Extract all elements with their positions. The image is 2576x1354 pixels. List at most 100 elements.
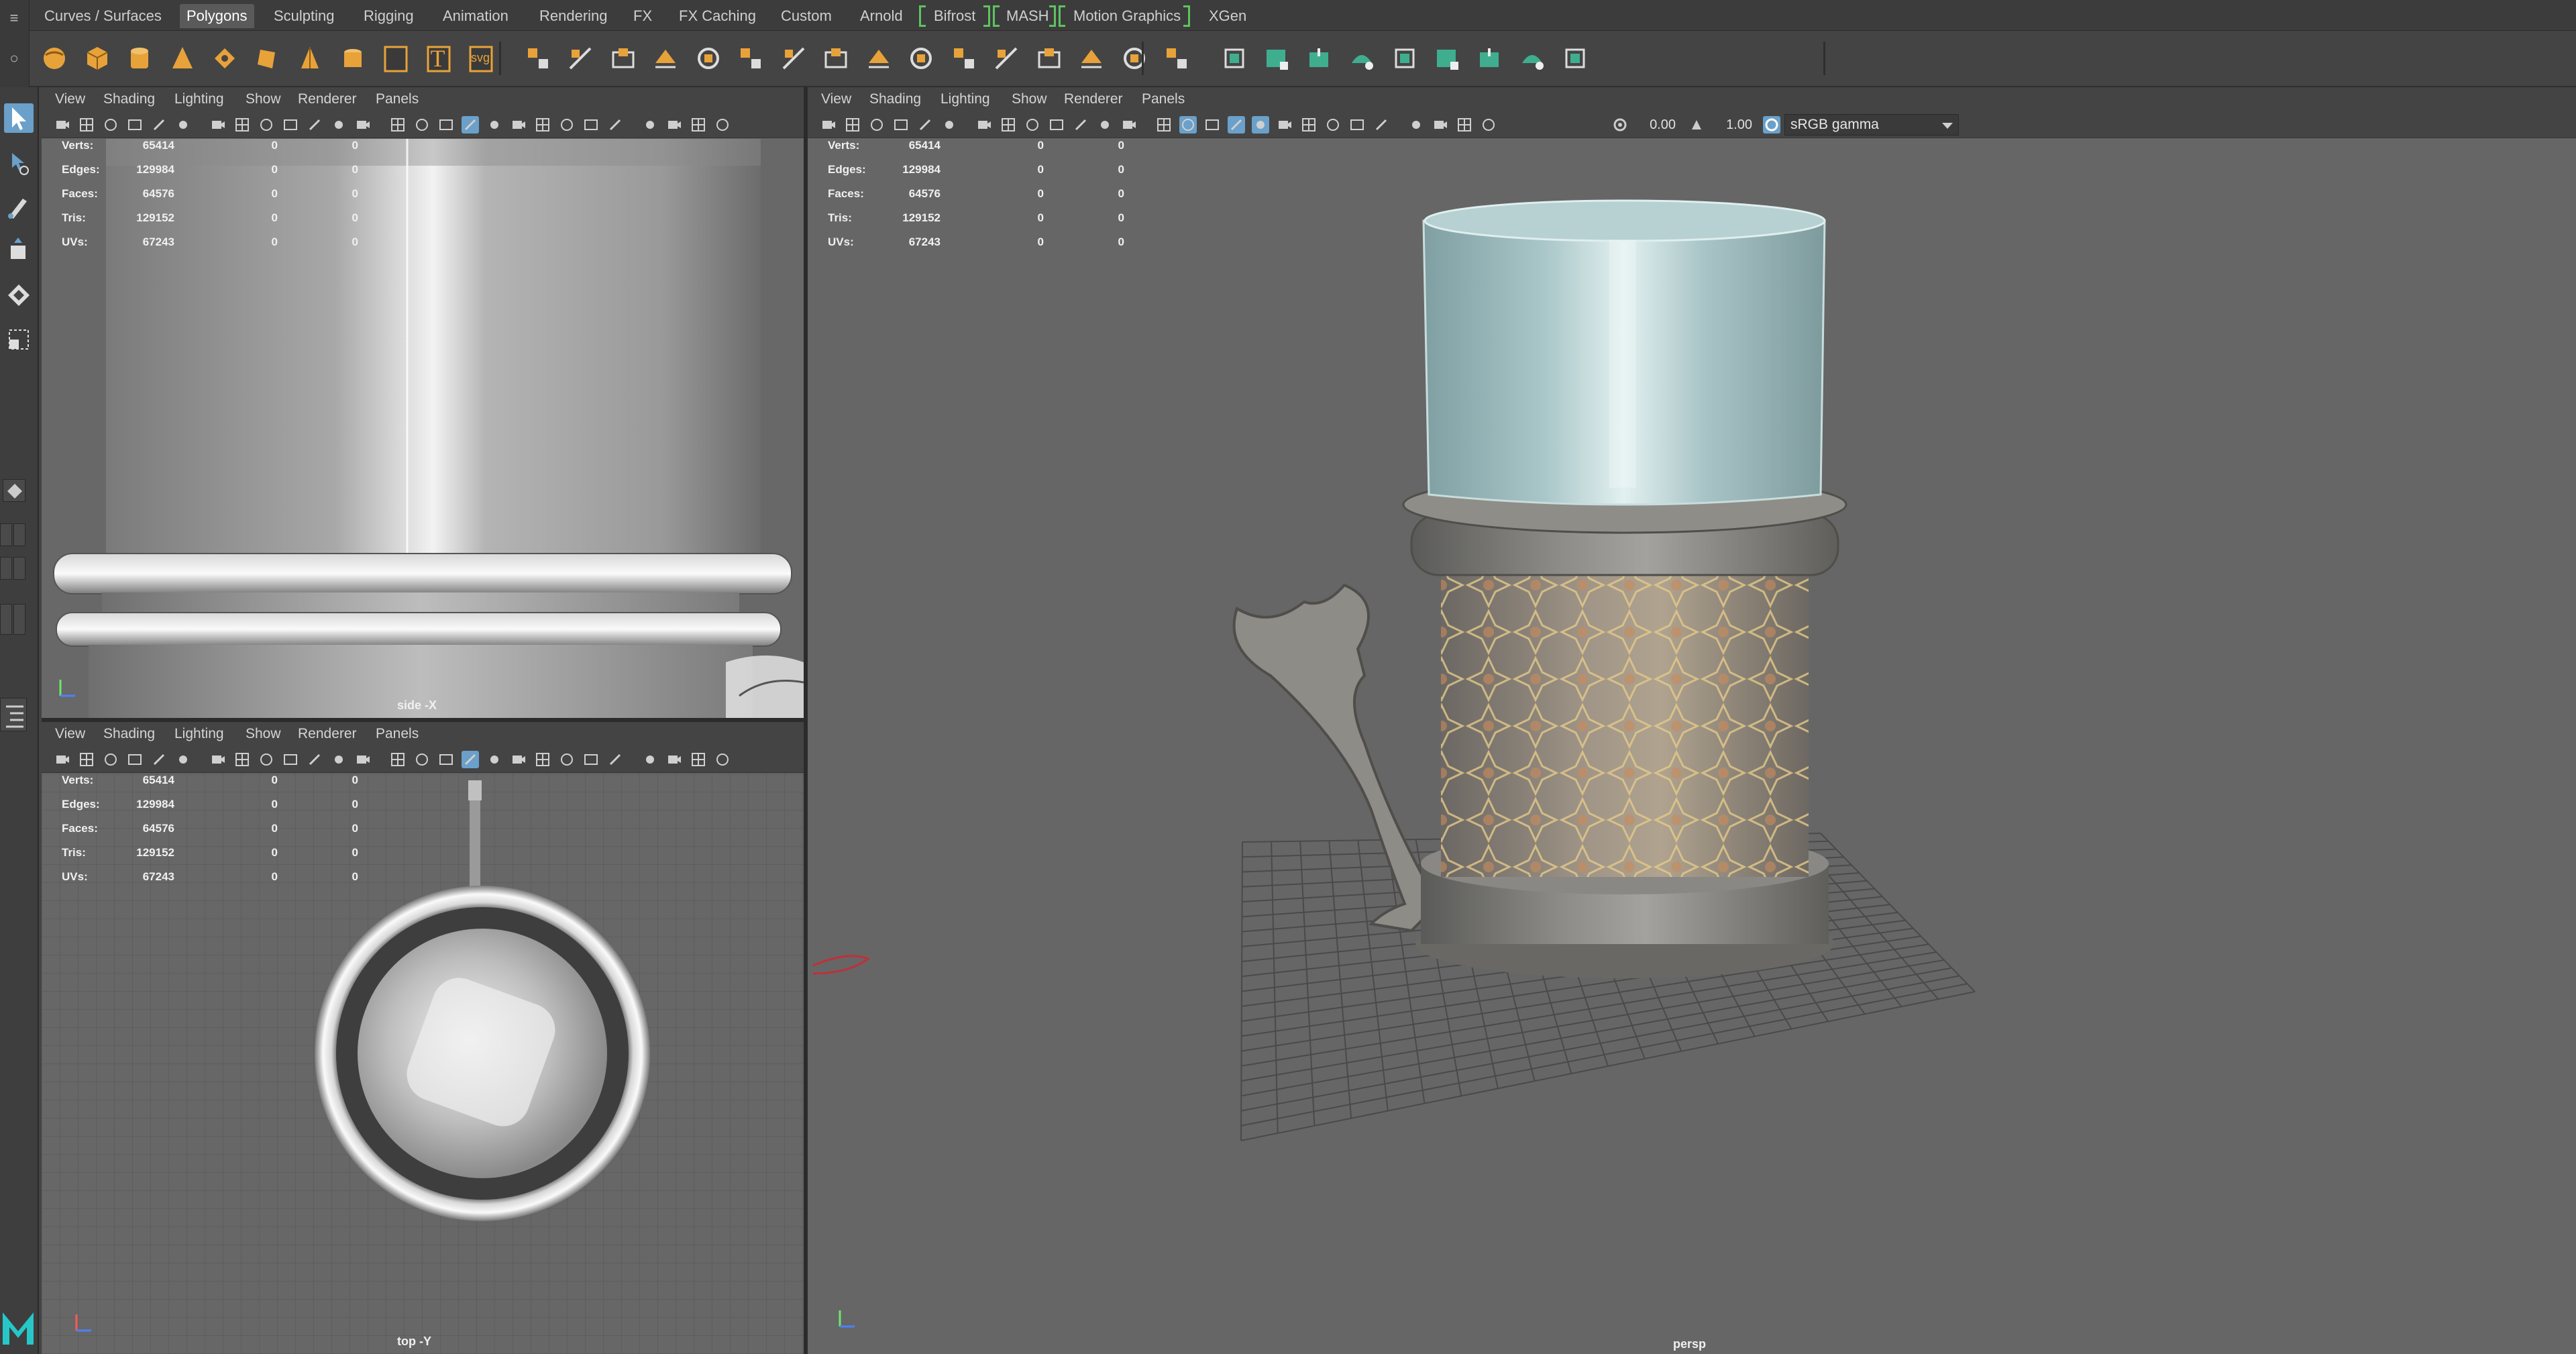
- fill-hole-icon[interactable]: [1076, 43, 1107, 74]
- grid-icon[interactable]: [209, 116, 227, 134]
- mirror-icon[interactable]: [608, 43, 639, 74]
- poly-cone-icon[interactable]: [167, 43, 198, 74]
- gamma-icon[interactable]: [1688, 116, 1705, 134]
- shelf-tab-bifrost[interactable]: Bifrost: [927, 4, 982, 28]
- separate-icon[interactable]: [565, 43, 596, 74]
- xray-components-icon[interactable]: [714, 751, 731, 768]
- outliner-icon[interactable]: [0, 698, 27, 731]
- poly-pipe-icon[interactable]: [380, 43, 411, 74]
- 2d-pan-icon[interactable]: [174, 116, 192, 134]
- camera-attr-icon[interactable]: [78, 751, 95, 768]
- shelf-tab-motion-graphics[interactable]: Motion Graphics: [1067, 4, 1187, 28]
- field-chart-icon[interactable]: [306, 751, 323, 768]
- bookmark-icon[interactable]: [102, 751, 119, 768]
- 2d-pan-icon[interactable]: [941, 116, 958, 134]
- poly-torus-icon[interactable]: [209, 43, 240, 74]
- rotate-tool-icon[interactable]: [4, 280, 34, 310]
- wireframe-on-shaded-icon[interactable]: [1203, 116, 1221, 134]
- shelf-tab-mash[interactable]: MASH: [1000, 4, 1056, 28]
- shelf-options-icon[interactable]: ○: [8, 51, 20, 66]
- bevel-icon[interactable]: [778, 43, 809, 74]
- camera-select-icon[interactable]: [820, 116, 837, 134]
- depth-of-field-icon[interactable]: [606, 751, 624, 768]
- viewport-persp[interactable]: Verts: 65414 0 0 Edges: 129984 0 0 Faces: 64576 0 0…: [808, 139, 2576, 1354]
- depth-of-field-icon[interactable]: [1373, 116, 1390, 134]
- textured-icon[interactable]: [462, 116, 479, 134]
- color-space-dropdown[interactable]: sRGB gamma: [1784, 114, 1959, 136]
- bookmark-icon[interactable]: [868, 116, 885, 134]
- outliner-layout-icon[interactable]: [0, 604, 12, 635]
- wireframe-icon[interactable]: [389, 116, 407, 134]
- automatic-uv-icon[interactable]: [1304, 43, 1335, 74]
- poly-text-icon[interactable]: T: [423, 43, 453, 74]
- four-view-layout-icon[interactable]: [0, 523, 12, 546]
- xray-icon[interactable]: [665, 751, 683, 768]
- panel-menu-show[interactable]: Show: [1012, 91, 1047, 107]
- panel-menu-lighting[interactable]: Lighting: [174, 91, 224, 107]
- isolate-select-icon[interactable]: [641, 116, 659, 134]
- collapse-icon[interactable]: [1161, 43, 1192, 74]
- poly-cube-icon[interactable]: [82, 43, 113, 74]
- safe-action-icon[interactable]: [1096, 116, 1114, 134]
- single-view-layout-icon[interactable]: [3, 479, 25, 502]
- smooth-shade-icon[interactable]: [413, 751, 431, 768]
- wireframe-on-shaded-icon[interactable]: [437, 751, 455, 768]
- film-gate-icon[interactable]: [233, 751, 251, 768]
- shelf-tab-fx-caching[interactable]: FX Caching: [672, 4, 763, 28]
- panel-menu-view[interactable]: View: [55, 726, 85, 742]
- wireframe-on-shaded-icon[interactable]: [437, 116, 455, 134]
- panel-menu-renderer[interactable]: Renderer: [298, 726, 357, 742]
- grease-pencil-icon[interactable]: [916, 116, 934, 134]
- combine-icon[interactable]: [523, 43, 553, 74]
- append-icon[interactable]: [1034, 43, 1065, 74]
- gate-mask-icon[interactable]: [282, 751, 299, 768]
- camera-select-icon[interactable]: [54, 751, 71, 768]
- grease-pencil-icon[interactable]: [150, 751, 168, 768]
- uv-editor-icon[interactable]: [1219, 43, 1250, 74]
- xray-joints-icon[interactable]: [690, 751, 707, 768]
- motion-blur-icon[interactable]: [558, 116, 576, 134]
- panel-menu-panels[interactable]: Panels: [376, 91, 419, 107]
- grid-icon[interactable]: [975, 116, 993, 134]
- film-gate-icon[interactable]: [233, 116, 251, 134]
- merge-icon[interactable]: [1119, 43, 1150, 74]
- shelf-tab-arnold[interactable]: Arnold: [853, 4, 910, 28]
- safe-action-icon[interactable]: [330, 116, 347, 134]
- grease-pencil-icon[interactable]: [150, 116, 168, 134]
- layout-uv-icon[interactable]: [1560, 43, 1591, 74]
- gate-mask-icon[interactable]: [1048, 116, 1065, 134]
- smooth-icon[interactable]: [650, 43, 681, 74]
- xray-icon[interactable]: [665, 116, 683, 134]
- panel-menu-view[interactable]: View: [821, 91, 851, 107]
- gamma-field[interactable]: 1.00: [1709, 115, 1752, 134]
- poly-pyramid-icon[interactable]: [337, 43, 368, 74]
- shelf-tab-sculpting[interactable]: Sculpting: [267, 4, 341, 28]
- textured-icon[interactable]: [1228, 116, 1245, 134]
- graph-layout-icon[interactable]: [13, 604, 25, 635]
- shadows-icon[interactable]: [510, 116, 527, 134]
- lighting-icon[interactable]: [1252, 116, 1269, 134]
- lasso-tool-icon[interactable]: [4, 148, 34, 177]
- shelf-tab-rigging[interactable]: Rigging: [357, 4, 421, 28]
- shadows-icon[interactable]: [510, 751, 527, 768]
- isolate-select-icon[interactable]: [1407, 116, 1425, 134]
- resolution-gate-icon[interactable]: [258, 751, 275, 768]
- shelf-tab-fx[interactable]: FX: [627, 4, 659, 28]
- ambient-occlusion-icon[interactable]: [534, 116, 551, 134]
- exposure-field[interactable]: 0.00: [1633, 115, 1676, 134]
- wireframe-icon[interactable]: [389, 751, 407, 768]
- image-plane-icon[interactable]: [126, 751, 144, 768]
- panel-menu-panels[interactable]: Panels: [376, 726, 419, 742]
- motion-blur-icon[interactable]: [1324, 116, 1342, 134]
- shelf-tab-xgen[interactable]: XGen: [1202, 4, 1253, 28]
- poly-plane-icon[interactable]: [252, 43, 283, 74]
- xray-components-icon[interactable]: [714, 116, 731, 134]
- shelf-tab-polygons[interactable]: Polygons: [180, 4, 254, 28]
- viewport-panel-persp[interactable]: View Shading Lighting Show Renderer Pane…: [808, 87, 2576, 1354]
- panel-menu-show[interactable]: Show: [246, 91, 281, 107]
- viewport-panel-side[interactable]: View Shading Lighting Show Renderer Pane…: [42, 87, 804, 718]
- smooth-shade-icon[interactable]: [1179, 116, 1197, 134]
- connect-icon[interactable]: [991, 43, 1022, 74]
- poly-cylinder-icon[interactable]: [124, 43, 155, 74]
- viewport-panel-top[interactable]: View Shading Lighting Show Renderer Pane…: [42, 722, 804, 1354]
